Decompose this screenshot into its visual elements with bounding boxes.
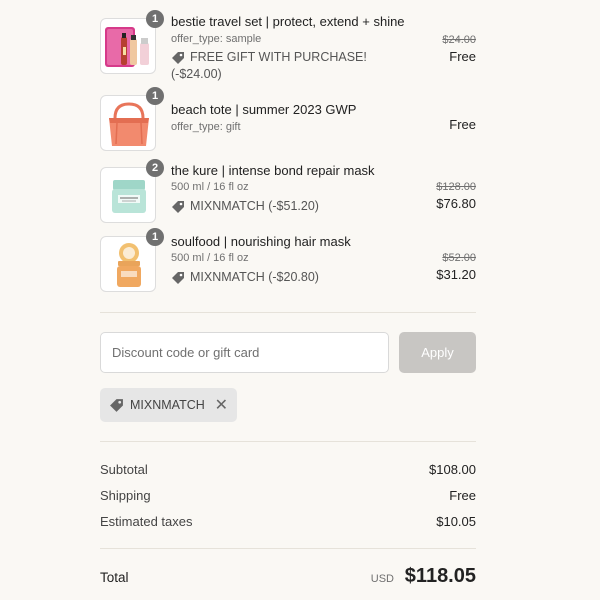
- applied-discount-code: MIXNMATCH: [130, 398, 205, 412]
- quantity-badge: 1: [146, 87, 164, 105]
- item-discount-label: FREE GIFT WITH PURCHASE!: [190, 50, 367, 64]
- subtotal-value: $108.00: [429, 462, 476, 477]
- item-variant: 500 ml / 16 fl oz: [171, 252, 249, 264]
- product-image-bestie-travel-set: 1: [100, 10, 164, 74]
- quantity-badge: 1: [146, 228, 164, 246]
- shipping-label: Shipping: [100, 488, 151, 503]
- shipping-value: Free: [449, 488, 476, 503]
- item-name: soulfood | nourishing hair mask: [171, 234, 351, 249]
- item-discount: FREE GIFT WITH PURCHASE!: [171, 49, 401, 66]
- item-discount-amount: (-$24.00): [171, 67, 222, 81]
- final-price: Free: [449, 49, 476, 64]
- item-discount: MIXNMATCH (-$20.80): [171, 269, 401, 286]
- divider: [100, 548, 476, 549]
- product-image-the-kure: 2: [100, 159, 164, 223]
- item-variant: offer_type: sample: [171, 33, 262, 45]
- item-details: beach tote | summer 2023 GWP offer_type:…: [171, 102, 401, 135]
- item-name: bestie travel set | protect, extend + sh…: [171, 14, 405, 29]
- total-currency: USD: [370, 573, 394, 585]
- tag-icon: [172, 272, 184, 284]
- apply-button[interactable]: Apply: [399, 332, 476, 373]
- item-prices: $52.00 $31.20: [436, 250, 476, 283]
- final-price: $76.80: [436, 196, 476, 211]
- original-price: $52.00: [442, 252, 476, 264]
- taxes-value: $10.05: [436, 514, 476, 529]
- tag-icon: [172, 201, 184, 213]
- item-prices: $128.00 $76.80: [436, 179, 476, 212]
- tag-icon: [110, 398, 123, 412]
- discount-code-input[interactable]: [100, 332, 389, 373]
- original-price: $24.00: [442, 34, 476, 46]
- final-price: Free: [449, 117, 476, 132]
- item-prices: Free: [449, 116, 476, 133]
- item-discount-label: MIXNMATCH (-$20.80): [190, 270, 319, 284]
- applied-discount-chip: MIXNMATCH ✕: [100, 388, 237, 422]
- remove-discount-icon[interactable]: ✕: [215, 395, 228, 415]
- final-price: $31.20: [436, 267, 476, 282]
- quantity-badge: 1: [146, 10, 164, 28]
- item-prices: $24.00 Free: [442, 32, 476, 65]
- product-image-soulfood: 1: [100, 228, 164, 292]
- original-price: $128.00: [436, 181, 476, 193]
- tag-icon: [172, 52, 184, 64]
- item-details: the kure | intense bond repair mask 500 …: [171, 163, 401, 215]
- taxes-label: Estimated taxes: [100, 514, 193, 529]
- item-name: the kure | intense bond repair mask: [171, 163, 375, 178]
- divider: [100, 441, 476, 442]
- item-discount: MIXNMATCH (-$51.20): [171, 198, 401, 215]
- divider: [100, 312, 476, 313]
- subtotal-label: Subtotal: [100, 462, 148, 477]
- item-details: bestie travel set | protect, extend + sh…: [171, 14, 405, 83]
- total-value: $118.05: [404, 565, 476, 587]
- quantity-badge: 2: [146, 159, 164, 177]
- product-image-beach-tote: 1: [100, 87, 164, 151]
- item-discount-label: MIXNMATCH (-$51.20): [190, 199, 319, 213]
- item-name: beach tote | summer 2023 GWP: [171, 102, 357, 117]
- total-label: Total: [100, 570, 129, 585]
- item-variant: 500 ml / 16 fl oz: [171, 181, 249, 193]
- item-variant: offer_type: gift: [171, 121, 241, 133]
- item-details: soulfood | nourishing hair mask 500 ml /…: [171, 234, 401, 286]
